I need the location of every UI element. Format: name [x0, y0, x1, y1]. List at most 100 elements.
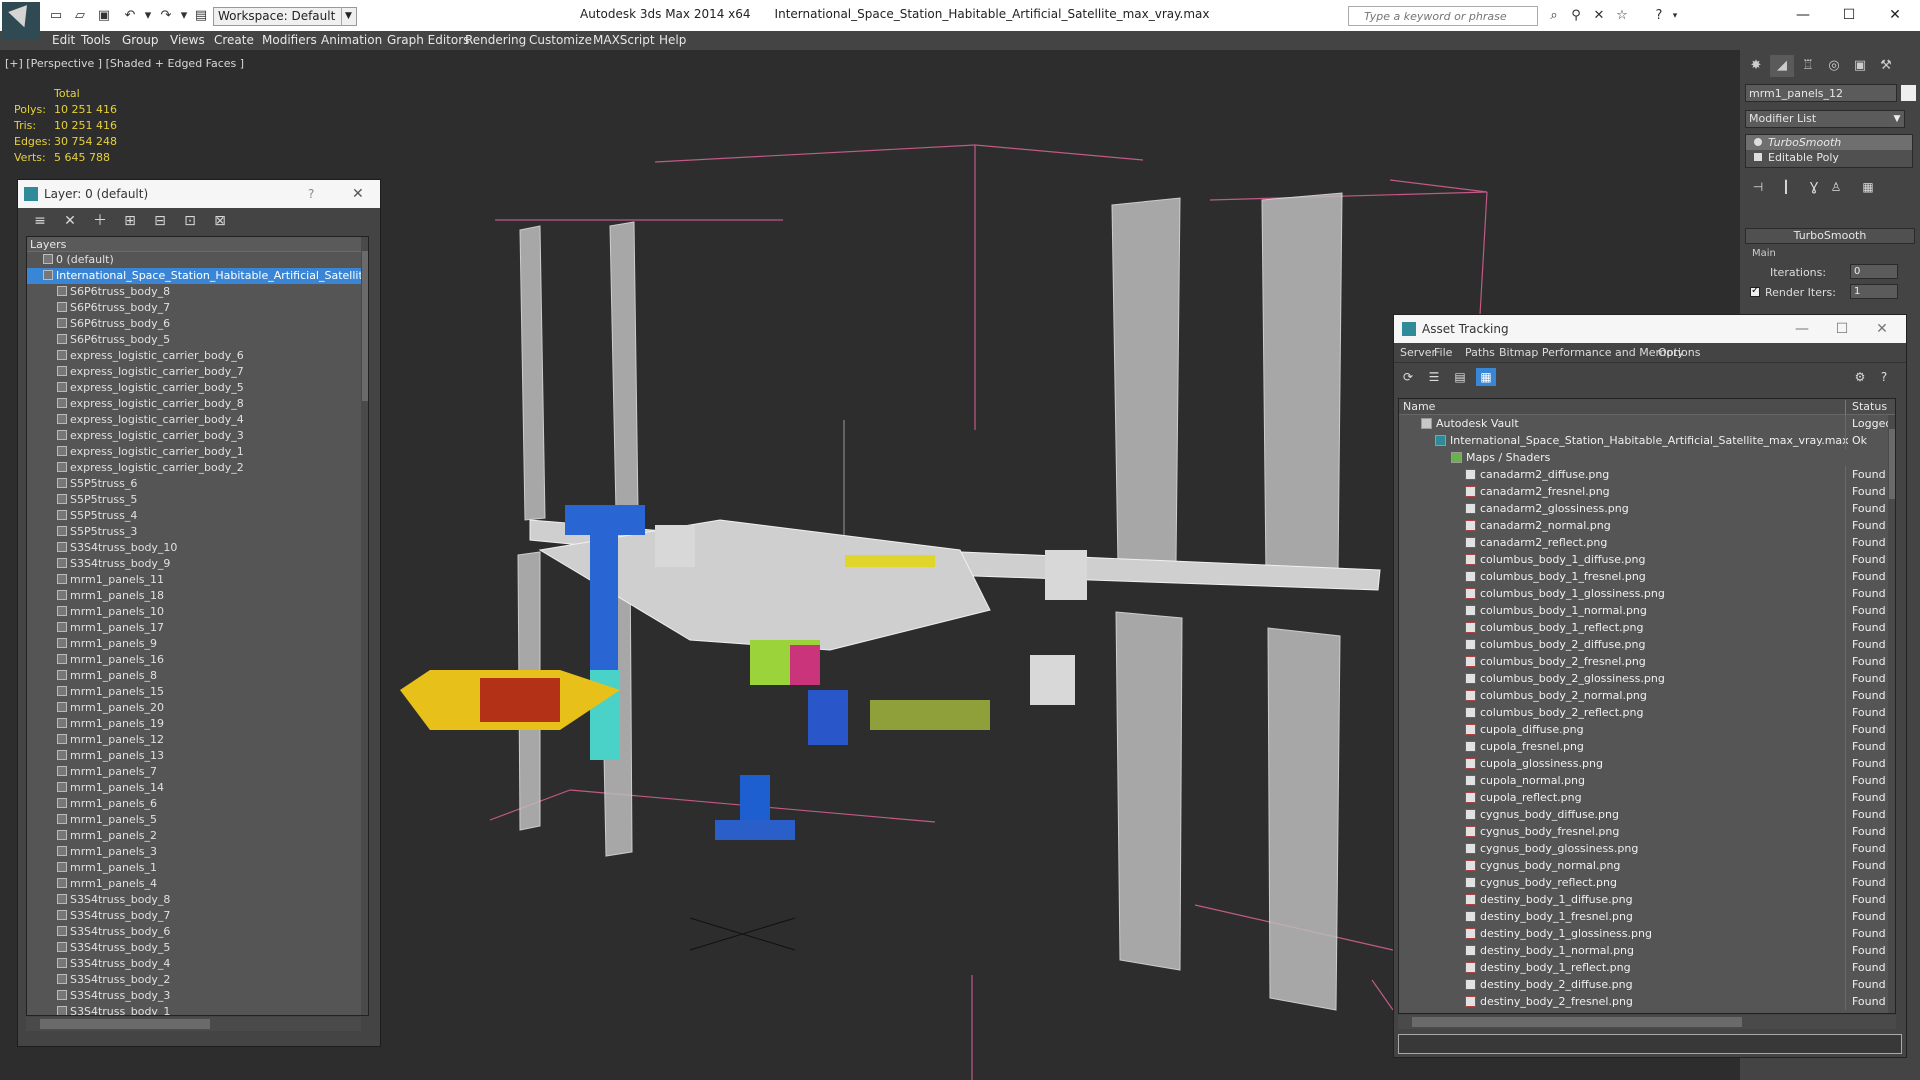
- layer-row[interactable]: S3S4truss_body_6: [27, 924, 368, 940]
- layer-row[interactable]: S3S4truss_body_8: [27, 892, 368, 908]
- delete-layer-icon[interactable]: ✕: [60, 211, 80, 231]
- maximize-button[interactable]: ☐: [1826, 2, 1872, 28]
- subscription-icon[interactable]: ⚲: [1567, 8, 1585, 24]
- layer-row[interactable]: mrm1_panels_6: [27, 796, 368, 812]
- render-iters-spinner[interactable]: 1: [1850, 284, 1898, 299]
- layer-panel-title-bar[interactable]: Layer: 0 (default) ? ✕: [18, 180, 380, 208]
- asset-row[interactable]: destiny_body_1_diffuse.png Found: [1399, 891, 1895, 908]
- asset-row[interactable]: cupola_diffuse.png Found: [1399, 721, 1895, 738]
- layer-row[interactable]: S6P6truss_body_7: [27, 300, 368, 316]
- layer-row[interactable]: mrm1_panels_1: [27, 860, 368, 876]
- close-button[interactable]: ✕: [1872, 2, 1918, 28]
- asset-row[interactable]: cupola_glossiness.png Found: [1399, 755, 1895, 772]
- menu-graph-editors[interactable]: Graph Editors: [387, 33, 469, 47]
- workspace-dropdown[interactable]: Workspace: Default: [213, 7, 357, 26]
- layer-row[interactable]: mrm1_panels_9: [27, 636, 368, 652]
- redo-dropdown-icon[interactable]: ▾: [176, 8, 192, 23]
- asset-row[interactable]: cygnus_body_diffuse.png Found: [1399, 806, 1895, 823]
- layer-row[interactable]: mrm1_panels_5: [27, 812, 368, 828]
- asset-row[interactable]: destiny_body_1_glossiness.png Found: [1399, 925, 1895, 942]
- asset-menu-paths[interactable]: Paths: [1465, 346, 1495, 359]
- asset-row[interactable]: columbus_body_2_diffuse.png Found: [1399, 636, 1895, 653]
- layer-row[interactable]: mrm1_panels_11: [27, 572, 368, 588]
- menu-edit[interactable]: Edit: [52, 33, 75, 47]
- layer-row[interactable]: mrm1_panels_3: [27, 844, 368, 860]
- menu-group[interactable]: Group: [122, 33, 159, 47]
- asset-path-field[interactable]: [1398, 1034, 1902, 1054]
- undo-dropdown-icon[interactable]: ▾: [140, 8, 156, 23]
- modifier-list-dropdown[interactable]: Modifier List: [1745, 110, 1905, 128]
- close-icon[interactable]: ✕: [352, 180, 364, 208]
- layer-row[interactable]: S6P6truss_body_8: [27, 284, 368, 300]
- new-file-icon[interactable]: ▭: [48, 8, 64, 23]
- menu-rendering[interactable]: Rendering: [465, 33, 526, 47]
- asset-row[interactable]: canadarm2_reflect.png Found: [1399, 534, 1895, 551]
- layer-row[interactable]: mrm1_panels_16: [27, 652, 368, 668]
- layer-row[interactable]: express_logistic_carrier_body_4: [27, 412, 368, 428]
- utilities-tab-icon[interactable]: ⚒: [1874, 55, 1898, 77]
- thumbnail-view-icon[interactable]: ▤: [1450, 368, 1470, 386]
- layer-row[interactable]: S3S4truss_body_9: [27, 556, 368, 572]
- layer-row[interactable]: mrm1_panels_15: [27, 684, 368, 700]
- layer-row[interactable]: mrm1_panels_2: [27, 828, 368, 844]
- make-unique-icon[interactable]: Ɣ: [1805, 178, 1823, 196]
- layer-row[interactable]: mrm1_panels_12: [27, 732, 368, 748]
- scrollbar-thumb[interactable]: [362, 251, 368, 401]
- open-file-icon[interactable]: ▱: [72, 8, 88, 23]
- menu-modifiers[interactable]: Modifiers: [262, 33, 317, 47]
- asset-row[interactable]: canadarm2_fresnel.png Found: [1399, 483, 1895, 500]
- layer-row[interactable]: S6P6truss_body_5: [27, 332, 368, 348]
- asset-row[interactable]: destiny_body_2_fresnel.png Found: [1399, 993, 1895, 1010]
- remove-modifier-icon[interactable]: ♙: [1827, 178, 1845, 196]
- help-icon[interactable]: ?: [308, 180, 314, 208]
- search-input[interactable]: [1364, 7, 1536, 25]
- layer-row[interactable]: express_logistic_carrier_body_6: [27, 348, 368, 364]
- asset-row[interactable]: destiny_body_1_reflect.png Found: [1399, 959, 1895, 976]
- modifier-stack-item[interactable]: TurboSmooth: [1746, 135, 1912, 150]
- layer-row[interactable]: S3S4truss_body_2: [27, 972, 368, 988]
- asset-menu-file[interactable]: File: [1434, 346, 1452, 359]
- configure-sets-icon[interactable]: ▦: [1859, 178, 1877, 196]
- scrollbar-thumb[interactable]: [1412, 1017, 1742, 1027]
- chevron-down-icon[interactable]: ▼: [341, 7, 355, 26]
- layer-row[interactable]: mrm1_panels_17: [27, 620, 368, 636]
- layer-row[interactable]: mrm1_panels_13: [27, 748, 368, 764]
- asset-row[interactable]: International_Space_Station_Habitable_Ar…: [1399, 432, 1895, 449]
- turbosmooth-rollout[interactable]: TurboSmooth: [1745, 228, 1915, 244]
- layer-row[interactable]: express_logistic_carrier_body_8: [27, 396, 368, 412]
- asset-row[interactable]: destiny_body_1_normal.png Found: [1399, 942, 1895, 959]
- asset-row[interactable]: columbus_body_1_diffuse.png Found: [1399, 551, 1895, 568]
- asset-row[interactable]: destiny_body_1_fresnel.png Found: [1399, 908, 1895, 925]
- menu-maxscript[interactable]: MAXScript: [593, 33, 655, 47]
- layer-row[interactable]: S3S4truss_body_5: [27, 940, 368, 956]
- menu-animation[interactable]: Animation: [321, 33, 382, 47]
- display-tab-icon[interactable]: ▣: [1848, 55, 1872, 77]
- undo-icon[interactable]: ↶: [122, 8, 138, 23]
- asset-title-bar[interactable]: Asset Tracking — ☐ ✕: [1394, 315, 1906, 343]
- save-file-icon[interactable]: ▣: [96, 8, 112, 23]
- vertical-scrollbar[interactable]: [361, 237, 368, 1015]
- scrollbar-thumb[interactable]: [40, 1019, 210, 1029]
- layer-row[interactable]: S3S4truss_body_4: [27, 956, 368, 972]
- object-color-swatch[interactable]: [1901, 85, 1916, 101]
- layer-row[interactable]: mrm1_panels_14: [27, 780, 368, 796]
- layer-row[interactable]: S5P5truss_6: [27, 476, 368, 492]
- layer-row[interactable]: mrm1_panels_19: [27, 716, 368, 732]
- asset-row[interactable]: canadarm2_normal.png Found: [1399, 517, 1895, 534]
- help-icon[interactable]: ?: [1874, 368, 1894, 386]
- table-view-icon[interactable]: ▦: [1476, 368, 1496, 386]
- layer-row[interactable]: mrm1_panels_20: [27, 700, 368, 716]
- horizontal-scrollbar[interactable]: [26, 1017, 361, 1031]
- close-button[interactable]: ✕: [1862, 315, 1902, 343]
- asset-row[interactable]: Autodesk Vault Logged: [1399, 415, 1895, 432]
- binoculars-icon[interactable]: ⌕: [1545, 8, 1563, 24]
- asset-row[interactable]: columbus_body_2_reflect.png Found: [1399, 704, 1895, 721]
- viewport-label[interactable]: [+] [Perspective ] [Shaded + Edged Faces…: [5, 57, 244, 70]
- asset-row[interactable]: cygnus_body_glossiness.png Found: [1399, 840, 1895, 857]
- menu-tools[interactable]: Tools: [81, 33, 111, 47]
- layer-row[interactable]: S3S4truss_body_7: [27, 908, 368, 924]
- minimize-button[interactable]: —: [1782, 315, 1822, 343]
- modifier-square-icon[interactable]: [1754, 153, 1762, 161]
- layer-row[interactable]: express_logistic_carrier_body_2: [27, 460, 368, 476]
- lightbulb-icon[interactable]: [1754, 138, 1762, 146]
